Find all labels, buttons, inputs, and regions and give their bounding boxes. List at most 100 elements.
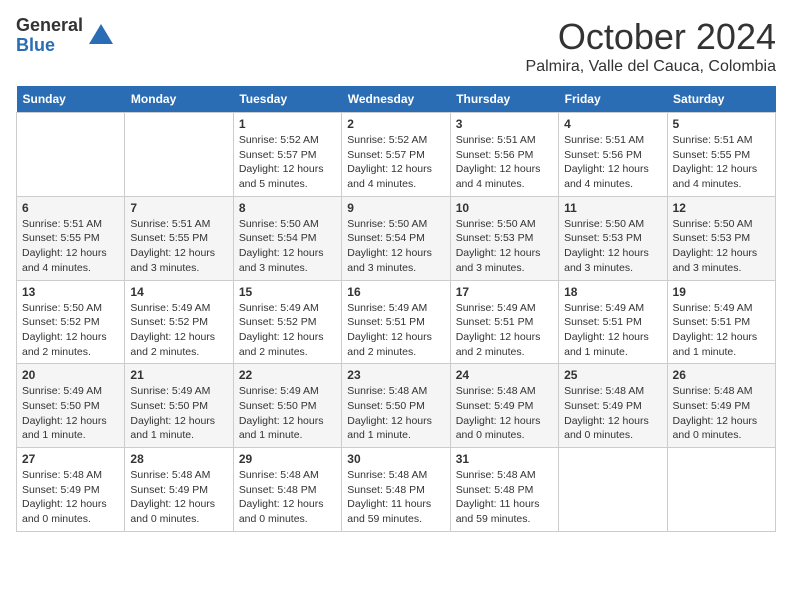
day-detail: Sunrise: 5:51 AMSunset: 5:56 PMDaylight:… xyxy=(564,133,661,192)
logo-icon xyxy=(87,22,115,50)
day-cell xyxy=(125,113,233,197)
location: Palmira, Valle del Cauca, Colombia xyxy=(526,58,776,76)
day-detail: Sunrise: 5:50 AMSunset: 5:53 PMDaylight:… xyxy=(564,217,661,276)
day-detail: Sunrise: 5:50 AMSunset: 5:54 PMDaylight:… xyxy=(347,217,444,276)
week-row: 6Sunrise: 5:51 AMSunset: 5:55 PMDaylight… xyxy=(17,196,776,280)
day-number: 6 xyxy=(22,201,119,215)
day-number: 30 xyxy=(347,452,444,466)
col-header-sunday: Sunday xyxy=(17,86,125,113)
day-number: 3 xyxy=(456,117,553,131)
day-cell: 5 Sunrise: 5:51 AMSunset: 5:55 PMDaylight… xyxy=(667,113,775,197)
day-detail: Sunrise: 5:49 AMSunset: 5:50 PMDaylight:… xyxy=(130,384,227,443)
day-cell xyxy=(667,448,775,532)
day-cell: 19 Sunrise: 5:49 AMSunset: 5:51 PMDayligh… xyxy=(667,280,775,364)
day-cell xyxy=(17,113,125,197)
day-number: 29 xyxy=(239,452,336,466)
day-cell: 15Sunrise: 5:49 AMSunset: 5:52 PMDayligh… xyxy=(233,280,341,364)
day-number: 18 xyxy=(564,285,661,299)
day-number: 16 xyxy=(347,285,444,299)
day-cell: 2 Sunrise: 5:52 AMSunset: 5:57 PMDaylight… xyxy=(342,113,450,197)
logo: General Blue xyxy=(16,16,115,56)
day-number: 27 xyxy=(22,452,119,466)
day-detail: Sunrise: 5:50 AMSunset: 5:53 PMDaylight:… xyxy=(456,217,553,276)
day-detail: Sunrise: 5:48 AMSunset: 5:48 PMDaylight:… xyxy=(347,468,444,527)
calendar-table: SundayMondayTuesdayWednesdayThursdayFrid… xyxy=(16,86,776,532)
day-cell: 12 Sunrise: 5:50 AMSunset: 5:53 PMDayligh… xyxy=(667,196,775,280)
day-cell: 13Sunrise: 5:50 AMSunset: 5:52 PMDayligh… xyxy=(17,280,125,364)
day-cell: 28Sunrise: 5:48 AMSunset: 5:49 PMDayligh… xyxy=(125,448,233,532)
day-cell: 1 Sunrise: 5:52 AMSunset: 5:57 PMDaylight… xyxy=(233,113,341,197)
day-number: 8 xyxy=(239,201,336,215)
col-header-wednesday: Wednesday xyxy=(342,86,450,113)
day-detail: Sunrise: 5:48 AMSunset: 5:49 PMDaylight:… xyxy=(456,384,553,443)
day-number: 24 xyxy=(456,368,553,382)
col-header-tuesday: Tuesday xyxy=(233,86,341,113)
day-detail: Sunrise: 5:50 AMSunset: 5:52 PMDaylight:… xyxy=(22,301,119,360)
day-number: 17 xyxy=(456,285,553,299)
day-number: 25 xyxy=(564,368,661,382)
day-cell: 9Sunrise: 5:50 AMSunset: 5:54 PMDaylight… xyxy=(342,196,450,280)
week-row: 1 Sunrise: 5:52 AMSunset: 5:57 PMDaylight… xyxy=(17,113,776,197)
day-detail: Sunrise: 5:52 AMSunset: 5:57 PMDaylight:… xyxy=(239,133,336,192)
day-detail: Sunrise: 5:52 AMSunset: 5:57 PMDaylight:… xyxy=(347,133,444,192)
day-detail: Sunrise: 5:49 AMSunset: 5:51 PMDaylight:… xyxy=(673,301,770,360)
day-number: 10 xyxy=(456,201,553,215)
col-header-monday: Monday xyxy=(125,86,233,113)
day-cell: 4 Sunrise: 5:51 AMSunset: 5:56 PMDaylight… xyxy=(559,113,667,197)
day-number: 21 xyxy=(130,368,227,382)
day-cell: 23Sunrise: 5:48 AMSunset: 5:50 PMDayligh… xyxy=(342,364,450,448)
day-number: 5 xyxy=(673,117,770,131)
day-cell: 7Sunrise: 5:51 AMSunset: 5:55 PMDaylight… xyxy=(125,196,233,280)
day-detail: Sunrise: 5:49 AMSunset: 5:50 PMDaylight:… xyxy=(239,384,336,443)
day-detail: Sunrise: 5:51 AMSunset: 5:56 PMDaylight:… xyxy=(456,133,553,192)
day-cell: 8Sunrise: 5:50 AMSunset: 5:54 PMDaylight… xyxy=(233,196,341,280)
header-row: SundayMondayTuesdayWednesdayThursdayFrid… xyxy=(17,86,776,113)
day-number: 2 xyxy=(347,117,444,131)
day-cell: 18 Sunrise: 5:49 AMSunset: 5:51 PMDayligh… xyxy=(559,280,667,364)
day-cell: 26 Sunrise: 5:48 AMSunset: 5:49 PMDayligh… xyxy=(667,364,775,448)
day-detail: Sunrise: 5:50 AMSunset: 5:53 PMDaylight:… xyxy=(673,217,770,276)
logo-blue: Blue xyxy=(16,36,83,56)
day-detail: Sunrise: 5:48 AMSunset: 5:49 PMDaylight:… xyxy=(673,384,770,443)
col-header-friday: Friday xyxy=(559,86,667,113)
day-cell: 30 Sunrise: 5:48 AMSunset: 5:48 PMDayligh… xyxy=(342,448,450,532)
day-detail: Sunrise: 5:49 AMSunset: 5:52 PMDaylight:… xyxy=(239,301,336,360)
day-number: 14 xyxy=(130,285,227,299)
col-header-thursday: Thursday xyxy=(450,86,558,113)
day-cell: 20Sunrise: 5:49 AMSunset: 5:50 PMDayligh… xyxy=(17,364,125,448)
week-row: 27 Sunrise: 5:48 AMSunset: 5:49 PMDayligh… xyxy=(17,448,776,532)
day-number: 1 xyxy=(239,117,336,131)
day-number: 7 xyxy=(130,201,227,215)
title-block: October 2024 Palmira, Valle del Cauca, C… xyxy=(526,16,776,76)
day-number: 11 xyxy=(564,201,661,215)
day-cell: 22 Sunrise: 5:49 AMSunset: 5:50 PMDayligh… xyxy=(233,364,341,448)
day-detail: Sunrise: 5:49 AMSunset: 5:52 PMDaylight:… xyxy=(130,301,227,360)
week-row: 13Sunrise: 5:50 AMSunset: 5:52 PMDayligh… xyxy=(17,280,776,364)
day-detail: Sunrise: 5:49 AMSunset: 5:51 PMDaylight:… xyxy=(347,301,444,360)
day-number: 31 xyxy=(456,452,553,466)
day-number: 26 xyxy=(673,368,770,382)
day-number: 4 xyxy=(564,117,661,131)
day-cell: 24 Sunrise: 5:48 AMSunset: 5:49 PMDayligh… xyxy=(450,364,558,448)
day-number: 19 xyxy=(673,285,770,299)
day-cell xyxy=(559,448,667,532)
day-number: 22 xyxy=(239,368,336,382)
day-detail: Sunrise: 5:49 AMSunset: 5:51 PMDaylight:… xyxy=(564,301,661,360)
day-cell: 10 Sunrise: 5:50 AMSunset: 5:53 PMDayligh… xyxy=(450,196,558,280)
logo-general: General xyxy=(16,16,83,36)
page-header: General Blue October 2024 Palmira, Valle… xyxy=(16,16,776,76)
day-cell: 27 Sunrise: 5:48 AMSunset: 5:49 PMDayligh… xyxy=(17,448,125,532)
day-number: 28 xyxy=(130,452,227,466)
day-detail: Sunrise: 5:51 AMSunset: 5:55 PMDaylight:… xyxy=(673,133,770,192)
month-title: October 2024 xyxy=(526,16,776,58)
day-cell: 31Sunrise: 5:48 AMSunset: 5:48 PMDayligh… xyxy=(450,448,558,532)
day-detail: Sunrise: 5:48 AMSunset: 5:49 PMDaylight:… xyxy=(564,384,661,443)
day-number: 12 xyxy=(673,201,770,215)
day-number: 23 xyxy=(347,368,444,382)
day-detail: Sunrise: 5:48 AMSunset: 5:49 PMDaylight:… xyxy=(22,468,119,527)
day-detail: Sunrise: 5:49 AMSunset: 5:50 PMDaylight:… xyxy=(22,384,119,443)
day-cell: 3 Sunrise: 5:51 AMSunset: 5:56 PMDaylight… xyxy=(450,113,558,197)
day-cell: 21 Sunrise: 5:49 AMSunset: 5:50 PMDayligh… xyxy=(125,364,233,448)
day-cell: 6Sunrise: 5:51 AMSunset: 5:55 PMDaylight… xyxy=(17,196,125,280)
day-cell: 14 Sunrise: 5:49 AMSunset: 5:52 PMDayligh… xyxy=(125,280,233,364)
